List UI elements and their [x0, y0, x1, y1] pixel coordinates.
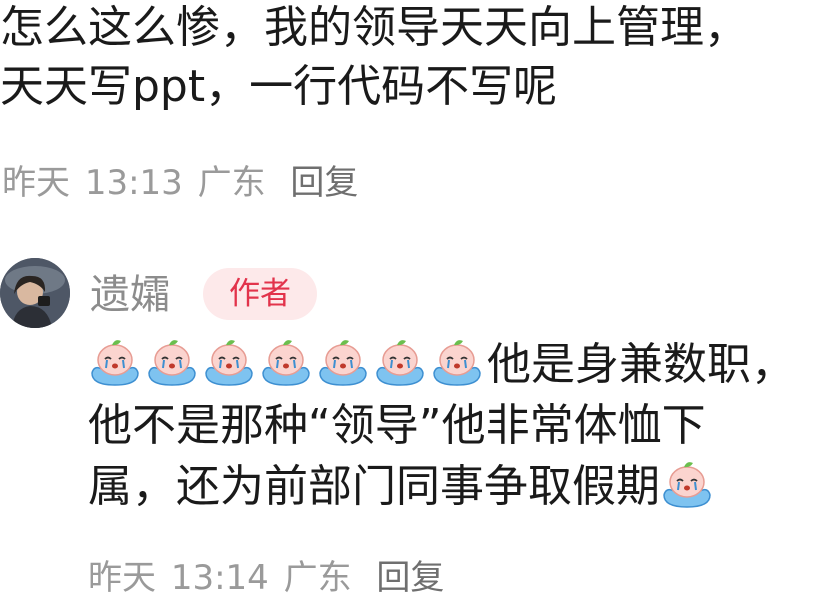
reply-button[interactable]: 回复: [290, 163, 358, 203]
avatar[interactable]: [0, 258, 70, 328]
comment-text-segment: 属，还为前部门同事争取假期: [88, 461, 660, 512]
author-reply-item: 遗孀 作者 他是身兼数职， 他不是那种“领导”他非常体恤下 属，还为前部门同事争…: [0, 248, 831, 603]
comment-time: 13:14: [170, 558, 269, 598]
crying-peach-emoji-icon: [259, 335, 313, 389]
crying-peach-emoji-icon: [202, 335, 256, 389]
crying-peach-emoji-icon: [660, 457, 714, 511]
crying-peach-emoji-icon: [88, 335, 142, 389]
comment-location: 广东: [197, 163, 266, 203]
comment-text-line: 天天写ppt，一行代码不写呢: [0, 61, 558, 112]
comment-meta: 昨天 13:14 广东 回复: [88, 550, 448, 599]
crying-peach-emoji-icon: [145, 335, 199, 389]
comment-meta: 昨天 13:13 广东 回复: [2, 155, 362, 204]
author-badge: 作者: [203, 268, 317, 320]
comment-date: 昨天: [88, 558, 156, 598]
comment-date: 昨天: [2, 163, 70, 203]
comment-text: 他是身兼数职， 他不是那种“领导”他非常体恤下 属，还为前部门同事争取假期: [88, 334, 828, 517]
comment-text: 怎么这么惨，我的领导天天向上管理， 天天写ppt，一行代码不写呢: [0, 0, 831, 116]
crying-peach-emoji-icon: [316, 335, 370, 389]
comment-time: 13:13: [84, 163, 183, 203]
reply-button[interactable]: 回复: [376, 558, 444, 598]
crying-peach-emoji-icon: [373, 335, 427, 389]
comment-location: 广东: [283, 558, 352, 598]
comment-text-line: 属，还为前部门同事争取假期: [88, 456, 828, 517]
comment-text-line: 他不是那种“领导”他非常体恤下: [88, 400, 706, 451]
comment-text-line: 怎么这么惨，我的领导天天向上管理，: [0, 2, 748, 53]
comment-text-segment: 他是身兼数职，: [487, 339, 795, 390]
comment-item: 怎么这么惨，我的领导天天向上管理， 天天写ppt，一行代码不写呢 昨天 13:1…: [0, 0, 831, 203]
crying-peach-emoji-icon: [430, 335, 484, 389]
username[interactable]: 遗孀: [90, 262, 170, 320]
comment-text-line: 他是身兼数职，: [88, 334, 828, 395]
